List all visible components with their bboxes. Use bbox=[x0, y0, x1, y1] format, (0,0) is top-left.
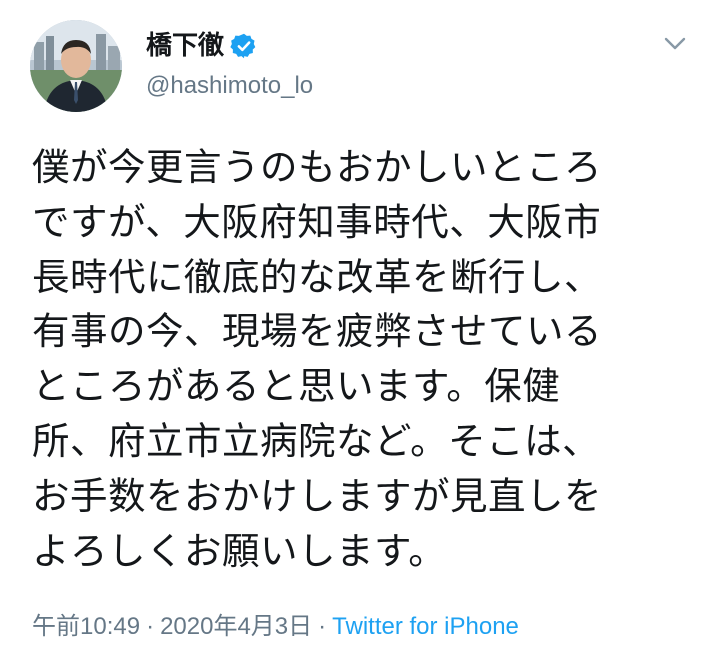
tweet-time[interactable]: 午前10:49 bbox=[32, 613, 140, 640]
profile-photo bbox=[30, 20, 122, 112]
display-name[interactable]: 橋下徹 bbox=[146, 28, 224, 64]
tweet-text-line: 長時代に徹底的な改革を断行し、 bbox=[32, 254, 602, 299]
tweet-metadata: 午前10:49 · 2020年4月3日 · Twitter for iPhone bbox=[32, 610, 519, 644]
tweet-text-line: 所、府立市立病院など。そこは、 bbox=[32, 418, 601, 463]
tweet-text-line: ところがあると思います。保健 bbox=[32, 364, 561, 409]
verified-badge-icon bbox=[230, 32, 258, 60]
tweet: 橋下徹 @hashimoto_lo 僕が今更言うのもおかしいところ ですが、大阪… bbox=[0, 0, 720, 666]
tweet-source-link[interactable]: Twitter for iPhone bbox=[332, 613, 519, 640]
chevron-down-icon[interactable] bbox=[660, 28, 690, 58]
meta-separator: · bbox=[146, 613, 155, 640]
tweet-text-line: 僕が今更言うのもおかしいところ bbox=[32, 145, 602, 189]
author-row: 橋下徹 bbox=[146, 28, 258, 64]
tweet-text-line: よろしくお願いします。 bbox=[32, 528, 447, 573]
user-handle[interactable]: @hashimoto_lo bbox=[146, 70, 313, 102]
tweet-text-line: 有事の今、現場を疲弊させている bbox=[32, 309, 602, 354]
tweet-text: 僕が今更言うのもおかしいところ ですが、大阪府知事時代、大阪市 長時代に徹底的な… bbox=[32, 140, 692, 578]
tweet-text-line: お手数をおかけしますが見直しを bbox=[32, 473, 602, 518]
tweet-text-line: ですが、大阪府知事時代、大阪市 bbox=[32, 199, 602, 244]
tweet-date[interactable]: 2020年4月3日 bbox=[160, 613, 312, 640]
avatar[interactable] bbox=[30, 20, 122, 112]
meta-separator: · bbox=[318, 613, 327, 640]
